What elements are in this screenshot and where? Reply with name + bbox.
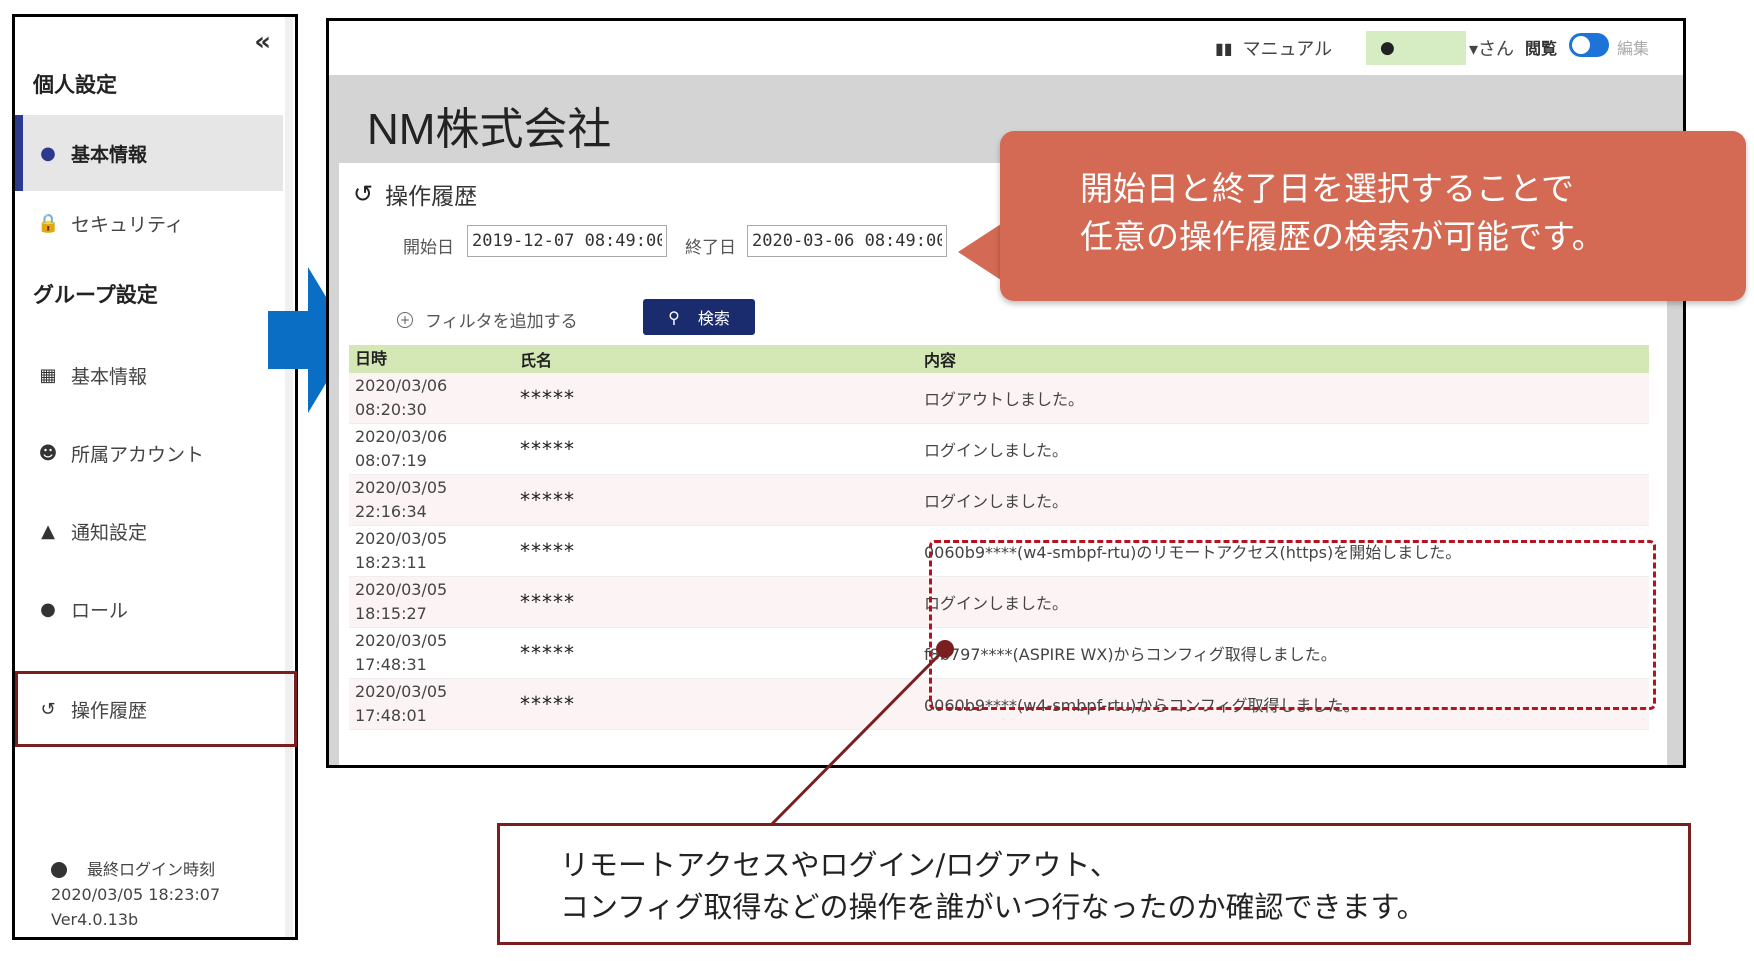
connector-line [769, 640, 954, 827]
callout-line: リモートアクセスやログイン/ログアウト、 [560, 848, 1119, 882]
operations-callout: リモートアクセスやログイン/ログアウト、 コンフィグ取得などの操作を誰がいつ行な… [497, 823, 1691, 945]
callout-line: コンフィグ取得などの操作を誰がいつ行なったのか確認できます。 [560, 890, 1426, 924]
